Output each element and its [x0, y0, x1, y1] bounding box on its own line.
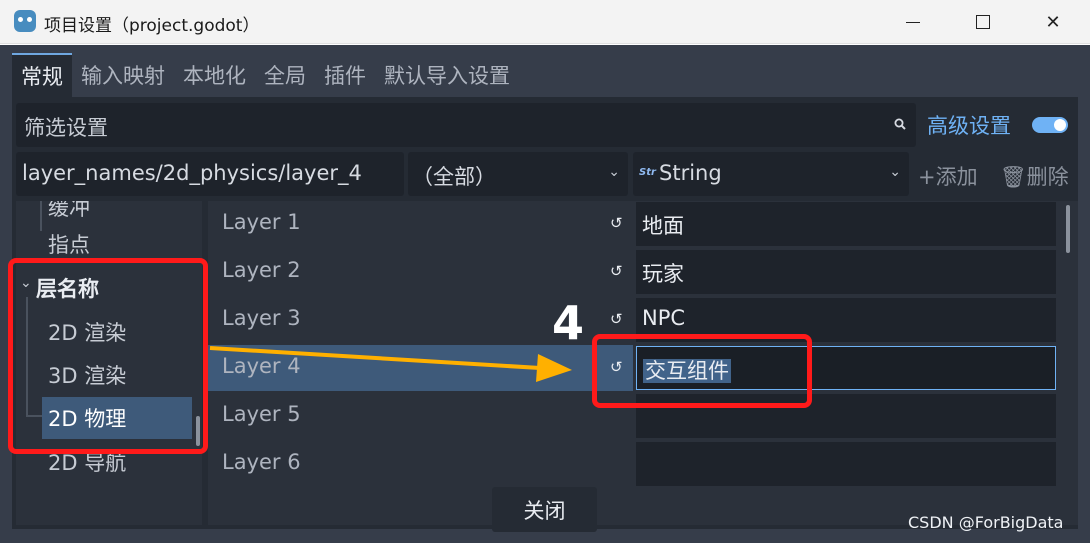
watermark: CSDN @ForBigData — [908, 513, 1064, 532]
annotation-arrow — [209, 346, 572, 382]
